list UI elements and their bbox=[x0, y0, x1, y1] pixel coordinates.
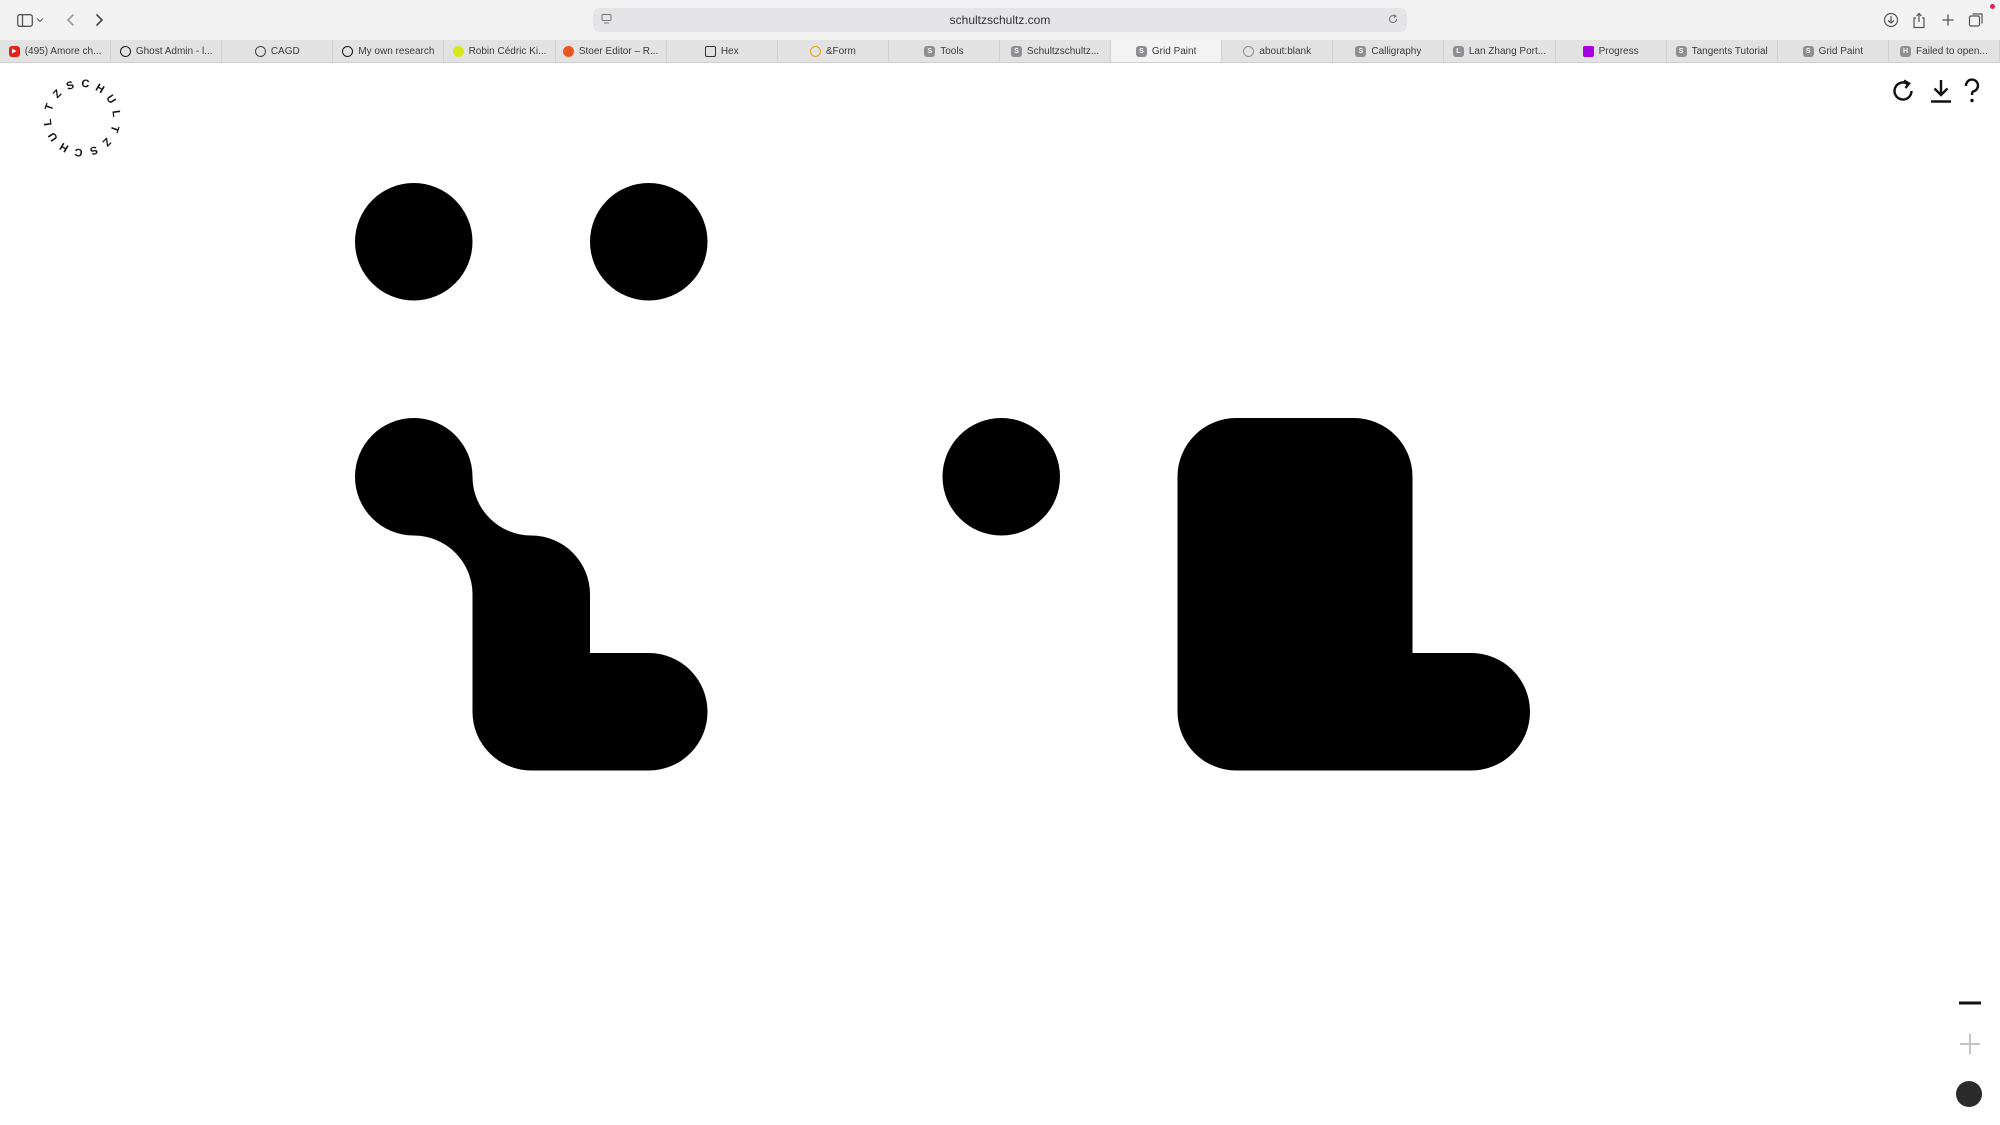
ghost-icon bbox=[119, 45, 131, 57]
yellow-circle-icon bbox=[452, 45, 464, 57]
tab-title: Hex bbox=[720, 45, 739, 57]
paint-fillet bbox=[472, 418, 590, 536]
minus-icon bbox=[1959, 1001, 1981, 1005]
tab-title: Ghost Admin - l... bbox=[135, 45, 213, 57]
reload-icon[interactable] bbox=[1387, 13, 1399, 28]
paint-canvas[interactable] bbox=[0, 62, 2000, 1125]
paint-dot bbox=[942, 418, 1060, 536]
tab-3[interactable]: CAGD bbox=[222, 40, 334, 62]
sidebar-toggle-icon[interactable] bbox=[14, 9, 36, 31]
youtube-icon bbox=[8, 45, 20, 57]
tab-title: Tangents Tutorial bbox=[1691, 45, 1768, 57]
tab-title: Stoer Editor – R... bbox=[578, 45, 659, 57]
tab-title: Progress bbox=[1598, 45, 1639, 57]
tab-18[interactable]: H Failed to open... bbox=[1889, 40, 2000, 62]
paint-fillet bbox=[355, 535, 473, 653]
tab-title: Failed to open... bbox=[1916, 45, 1988, 57]
tab-title: CAGD bbox=[270, 45, 300, 57]
browser-toolbar: schultzschultz.com bbox=[0, 0, 2000, 40]
share-icon[interactable] bbox=[1908, 9, 1930, 31]
tab-10[interactable]: S Schultzschultz... bbox=[1000, 40, 1112, 62]
tab-1[interactable]: (495) Amore ch... bbox=[0, 40, 112, 62]
plus-icon bbox=[1960, 1034, 1980, 1054]
letter-h-icon: H bbox=[1900, 45, 1912, 57]
tab-bar: (495) Amore ch... Ghost Admin - l... CAGD M… bbox=[0, 40, 2000, 63]
purple-square-icon bbox=[1582, 45, 1594, 57]
new-tab-icon[interactable] bbox=[1937, 9, 1959, 31]
tab-6[interactable]: Stoer Editor – R... bbox=[556, 40, 667, 62]
page-settings-icon[interactable] bbox=[601, 13, 613, 28]
brush-color-swatch bbox=[1956, 1081, 1982, 1107]
tab-title: Lan Zhang Port... bbox=[1468, 45, 1547, 57]
globe-icon bbox=[254, 45, 266, 57]
brush-color-button[interactable] bbox=[1955, 1080, 1983, 1108]
tab-9[interactable]: S Tools bbox=[889, 40, 1000, 62]
paint-dot bbox=[590, 183, 708, 301]
tab-title: Calligraphy bbox=[1371, 45, 1422, 57]
url-text[interactable]: schultzschultz.com bbox=[950, 13, 1051, 27]
letter-s-icon: S bbox=[1355, 45, 1367, 57]
paint-dot bbox=[355, 183, 473, 301]
letter-s-icon: S bbox=[1675, 45, 1687, 57]
letter-s-icon: S bbox=[1135, 45, 1147, 57]
tab-title: Grid Paint bbox=[1818, 45, 1864, 57]
tab-14[interactable]: L Lan Zhang Port... bbox=[1444, 40, 1556, 62]
tab-overview-icon[interactable] bbox=[1965, 9, 1987, 31]
tab-title: about:blank bbox=[1259, 45, 1312, 57]
tab-title: (495) Amore ch... bbox=[24, 45, 102, 57]
letter-s-icon: S bbox=[1802, 45, 1814, 57]
downloads-icon[interactable] bbox=[1880, 9, 1902, 31]
circle-logo-icon bbox=[342, 45, 354, 57]
tab-15[interactable]: Progress bbox=[1556, 40, 1667, 62]
hex-icon bbox=[704, 45, 716, 57]
tab-12[interactable]: about:blank bbox=[1222, 40, 1334, 62]
paint-dot bbox=[1412, 653, 1530, 771]
sun-icon bbox=[809, 45, 821, 57]
orange-circle-icon bbox=[562, 45, 574, 57]
zoom-in-button[interactable] bbox=[1956, 1030, 1984, 1058]
letter-s-icon: S bbox=[1010, 45, 1022, 57]
compass-icon bbox=[1243, 45, 1255, 57]
tab-title: Grid Paint bbox=[1151, 45, 1197, 57]
letter-l-icon: L bbox=[1452, 45, 1464, 57]
tab-13[interactable]: S Calligraphy bbox=[1333, 40, 1445, 62]
tab-title: My own research bbox=[358, 45, 435, 57]
chevron-down-icon[interactable] bbox=[34, 9, 46, 31]
download-icon[interactable] bbox=[1926, 76, 1956, 106]
back-icon[interactable] bbox=[60, 9, 82, 31]
tab-17[interactable]: S Grid Paint bbox=[1778, 40, 1889, 62]
notification-dot bbox=[1990, 4, 1995, 9]
tab-16[interactable]: S Tangents Tutorial bbox=[1667, 40, 1778, 62]
tab-2[interactable]: Ghost Admin - l... bbox=[111, 40, 223, 62]
zoom-out-button[interactable] bbox=[1956, 993, 1984, 1013]
reset-icon[interactable] bbox=[1888, 76, 1918, 106]
tab-4[interactable]: My own research bbox=[333, 40, 445, 62]
tab-7[interactable]: Hex bbox=[667, 40, 778, 62]
letter-s-icon: S bbox=[924, 45, 936, 57]
tab-title: Schultzschultz... bbox=[1026, 45, 1100, 57]
tab-5[interactable]: Robin Cédric Ki... bbox=[444, 40, 556, 62]
paint-dot bbox=[590, 653, 708, 771]
tab-title: &Form bbox=[825, 45, 856, 57]
tab-title: Robin Cédric Ki... bbox=[468, 45, 547, 57]
tab-title: Tools bbox=[940, 45, 964, 57]
help-icon[interactable] bbox=[1958, 76, 1986, 106]
address-bar[interactable]: schultzschultz.com bbox=[593, 8, 1407, 32]
tab-11[interactable]: S Grid Paint bbox=[1111, 40, 1223, 62]
forward-icon[interactable] bbox=[88, 9, 110, 31]
tab-8[interactable]: &Form bbox=[778, 40, 889, 62]
